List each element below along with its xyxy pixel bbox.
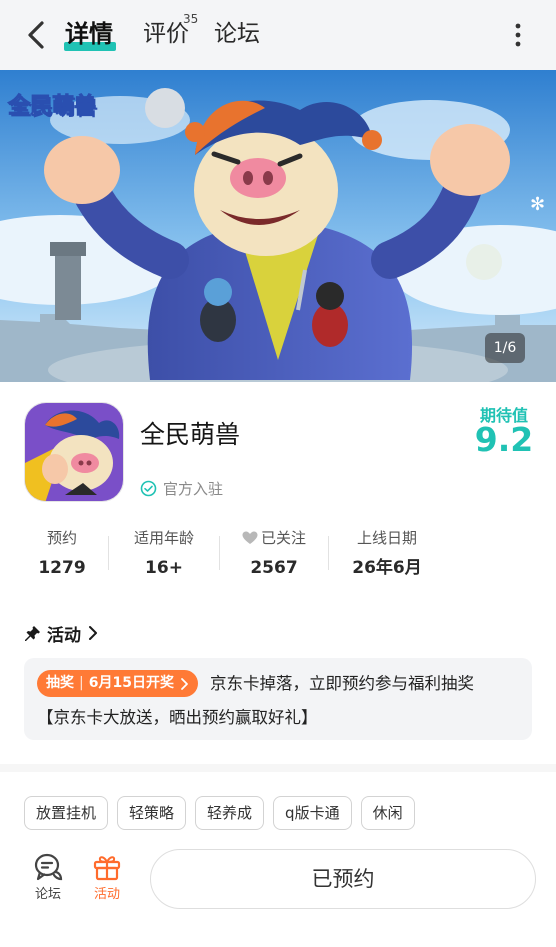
reserved-button[interactable]: 已预约	[150, 849, 536, 909]
review-count-badge: 35	[183, 12, 199, 26]
badge-type: 抽奖	[46, 675, 74, 691]
tag-list: 放置挂机 轻策略 轻养成 q版卡通 休闲	[24, 796, 415, 830]
banner-pager: 1/6	[485, 333, 525, 363]
activity-text-line2: 【京东卡大放送，晒出预约赢取好礼】	[37, 708, 318, 727]
chevron-right-icon	[181, 677, 188, 690]
tab-detail[interactable]: 详情	[65, 18, 113, 50]
stat-value: 16+	[145, 558, 183, 578]
bottom-forum-button[interactable]: 论坛	[25, 852, 71, 906]
stat-divider	[219, 536, 220, 570]
heart-icon	[242, 531, 258, 544]
activity-card[interactable]: 抽奖 | 6月15日开奖 京东卡掉落，立即预约参与福利抽奖 【京东卡大放送，晒出…	[24, 658, 532, 740]
banner-carousel[interactable]: ✻ 全民萌兽	[0, 70, 556, 382]
stat-divider	[108, 536, 109, 570]
section-divider	[0, 764, 556, 772]
bottom-activity-button[interactable]: 活动	[84, 852, 130, 906]
tag-chip[interactable]: 放置挂机	[24, 796, 109, 830]
stat-value: 1279	[38, 558, 86, 578]
tag-chip[interactable]: 轻策略	[117, 796, 187, 830]
svg-text:✻: ✻	[530, 194, 545, 215]
verified-label: 官方入驻	[163, 479, 224, 498]
game-detail-page: 详情 评价 35 论坛 ✻ 全民萌兽 1/6 全民萌兽 官方入驻 期待值 9.2…	[0, 0, 556, 947]
pin-icon	[25, 625, 40, 641]
chevron-right-icon	[89, 626, 97, 640]
activity-title: 活动	[47, 625, 81, 646]
banner-logo: 全民萌兽	[7, 94, 97, 120]
lottery-badge: 抽奖 | 6月15日开奖	[37, 670, 198, 697]
chat-bubble-icon	[34, 853, 63, 881]
check-circle-icon	[140, 480, 157, 496]
stat-value: 2567	[250, 558, 298, 578]
tab-forum[interactable]: 论坛	[214, 18, 260, 50]
tag-chip[interactable]: 轻养成	[195, 796, 265, 830]
official-verified-tag: 官方入驻	[140, 477, 223, 499]
expect-score: 9.2	[474, 420, 534, 459]
stat-reservations: 预约 1279	[22, 526, 102, 586]
game-app-icon	[24, 402, 124, 502]
stat-label: 适用年龄	[133, 529, 194, 547]
stat-label: 已关注	[260, 529, 306, 547]
bottom-forum-label: 论坛	[34, 887, 61, 902]
stat-launch-date: 上线日期 26年6月	[338, 526, 436, 586]
bottom-activity-label: 活动	[93, 887, 120, 902]
gift-icon	[93, 856, 121, 881]
game-name: 全民萌兽	[140, 420, 241, 449]
activity-text-line1: 京东卡掉落，立即预约参与福利抽奖	[210, 674, 474, 693]
stat-followers: 已关注 2567	[228, 526, 320, 586]
stat-divider	[328, 536, 329, 570]
top-bar: 详情 评价 35 论坛	[0, 0, 556, 70]
more-vertical-icon[interactable]	[506, 20, 530, 50]
stat-label-row: 已关注	[228, 526, 320, 550]
tag-chip[interactable]: q版卡通	[273, 796, 352, 830]
stat-label: 上线日期	[356, 529, 417, 547]
stat-value: 26年6月	[352, 558, 422, 578]
tag-chip[interactable]: 休闲	[360, 796, 415, 830]
stat-age-rating: 适用年龄 16+	[118, 526, 210, 586]
activity-section-header[interactable]: 活动	[24, 620, 99, 646]
badge-date: 6月15日开奖	[88, 675, 174, 691]
stat-label: 预约	[46, 529, 77, 547]
chevron-left-icon[interactable]	[22, 17, 52, 53]
badge-separator: |	[79, 675, 84, 691]
